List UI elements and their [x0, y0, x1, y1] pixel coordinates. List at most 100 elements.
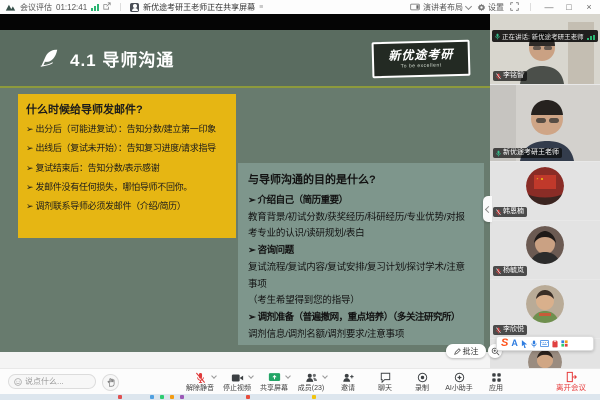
ime-language-icon[interactable]: A	[511, 339, 518, 348]
purpose-head: ➢ 调剂准备（普遍撒网，重点培养）（多关注研究所）	[248, 309, 474, 327]
participant-avatar-tile[interactable]: 韩恩楠	[490, 162, 600, 220]
taskbar-app-icon[interactable]	[160, 395, 164, 399]
taskbar-app-icon[interactable]	[312, 395, 316, 399]
participant-name-badge: 李欣悦	[493, 325, 527, 335]
taskbar-app-icon[interactable]	[246, 395, 250, 399]
shared-screen-area: 4.1 导师沟通 新优途考研 To be excellent 什么时候给导师发邮…	[0, 14, 490, 368]
bullet-item: ➢ 出分后（可能进复试）：告知分数/建立第一印象	[26, 120, 228, 139]
purpose-head: ➢ 咨询问题	[248, 242, 474, 260]
minimize-button[interactable]: —	[542, 0, 556, 14]
ime-clipboard-icon[interactable]	[552, 340, 558, 348]
purpose-body: 复试流程/复试内容/复试安排/复习计划/探讨学术/注意事项	[248, 260, 474, 292]
unmute-button[interactable]: 解除静音	[185, 371, 215, 393]
avatar	[526, 285, 564, 323]
invite-icon	[342, 371, 354, 384]
os-taskbar-sliver	[0, 394, 600, 400]
apps-button[interactable]: 应用	[481, 371, 511, 393]
participants-sidebar: 李铭智 正在讲话: 新优途考研王老师 新优途考研王老师 韩恩楠	[490, 14, 600, 368]
purpose-head: ➢ 介绍自己（简历重要）	[248, 192, 474, 210]
ime-cursor-icon[interactable]	[521, 340, 528, 348]
participant-name-badge: 李铭智	[493, 71, 527, 81]
sidebar-collapse-handle[interactable]	[483, 196, 492, 222]
chevron-icon[interactable]	[322, 373, 328, 379]
chevron-down-icon	[465, 2, 472, 9]
brand-badge: 新优途考研 To be excellent	[372, 40, 471, 79]
ime-toolbox-icon[interactable]	[561, 340, 568, 347]
taskbar-app-icon[interactable]	[150, 395, 154, 399]
share-link-icon[interactable]	[103, 2, 111, 12]
purpose-note: （考生希望得到您的指导）	[248, 293, 474, 309]
share-options-icon[interactable]: ≡	[259, 4, 263, 11]
mic-muted-icon	[195, 371, 206, 384]
annotate-pen-icon	[454, 348, 461, 355]
fullscreen-button[interactable]	[510, 2, 519, 13]
gear-icon	[477, 3, 486, 12]
mic-muted-icon	[496, 209, 501, 216]
taskbar-app-icon[interactable]	[118, 395, 122, 399]
divider	[120, 3, 121, 11]
taskbar-app-icon[interactable]	[170, 395, 174, 399]
meeting-eval-link[interactable]: 会议评估	[20, 2, 52, 13]
ime-keyboard-icon[interactable]	[540, 340, 549, 347]
mic-icon	[495, 33, 500, 40]
chevron-icon[interactable]	[248, 373, 254, 379]
network-signal-icon	[91, 4, 99, 11]
members-button[interactable]: 成员(23)	[296, 371, 326, 393]
participant-video-tile-speaking[interactable]: 新优途考研王老师	[490, 85, 600, 161]
meeting-duration: 01:12:41	[56, 3, 87, 12]
chat-button[interactable]: 聊天	[370, 371, 400, 393]
sogou-logo[interactable]: S	[501, 338, 508, 349]
chat-icon	[380, 371, 391, 384]
screen-share-status: 新优途考研王老师正在共享屏幕	[143, 2, 255, 13]
close-button[interactable]: ×	[582, 0, 596, 14]
bullet-item: ➢ 发邮件没有任何损失，哪怕导师不回你。	[26, 178, 228, 197]
meeting-titlebar: 会议评估 01:12:41 新优途考研王老师正在共享屏幕 ≡ 演讲者布局 设置 …	[0, 0, 600, 14]
share-screen-button[interactable]: 共享屏幕	[259, 371, 289, 393]
brand-name: 新优途考研	[388, 49, 453, 64]
quick-chat-input[interactable]: 说点什么...	[8, 374, 96, 389]
annotate-button[interactable]: 批注	[446, 344, 486, 358]
mic-muted-icon	[496, 73, 501, 80]
ime-mic-icon[interactable]	[531, 340, 537, 348]
leave-meeting-button[interactable]: 离开会议	[556, 371, 586, 392]
record-icon	[417, 371, 428, 384]
ai-assistant-icon	[454, 371, 465, 384]
ai-assistant-button[interactable]: AI小助手	[444, 371, 474, 393]
presentation-slide: 4.1 导师沟通 新优途考研 To be excellent 什么时候给导师发邮…	[0, 30, 490, 352]
hand-icon	[106, 378, 115, 387]
presenter-avatar-icon	[130, 3, 139, 12]
toolbar-buttons: 解除静音 停止视频 共享屏幕 成员(23) 邀请	[185, 371, 511, 393]
chevron-icon[interactable]	[285, 373, 291, 379]
raise-hand-button[interactable]	[102, 374, 119, 391]
settings-button[interactable]: 设置	[477, 2, 504, 13]
invite-button[interactable]: 邀请	[333, 371, 363, 393]
mic-muted-icon	[496, 268, 501, 275]
participant-avatar-tile[interactable]: 杨毓岚	[490, 221, 600, 279]
participant-video-tile[interactable]: 李铭智	[490, 14, 600, 84]
meeting-toolbar: 说点什么... 解除静音 停止视频 共享屏幕 成员(23)	[0, 368, 600, 395]
bullet-item: ➢ 复试结束后：告知分数/表示感谢	[26, 159, 228, 178]
layout-icon	[410, 3, 420, 11]
tencent-meeting-logo-icon	[5, 3, 16, 12]
communication-purpose-box: 与导师沟通的目的是什么? ➢ 介绍自己（简历重要） 教育背景/初试分数/获奖经历…	[238, 163, 484, 345]
record-button[interactable]: 录制	[407, 371, 437, 393]
mic-icon	[496, 150, 501, 157]
members-icon	[305, 371, 318, 384]
stop-video-button[interactable]: 停止视频	[222, 371, 252, 393]
maximize-button[interactable]: □	[562, 0, 576, 14]
layout-switcher-button[interactable]: 演讲者布局	[410, 2, 471, 13]
mic-muted-icon	[496, 327, 501, 334]
bullet-item: ➢ 出线后（复试未开始）：告知复习进度/请求指导	[26, 139, 228, 158]
letterbox-bar	[0, 14, 490, 30]
taskbar-app-icon[interactable]	[180, 395, 184, 399]
apps-icon	[491, 371, 502, 384]
left-box-title: 什么时候给导师发邮件?	[26, 101, 228, 117]
participant-avatar-tile[interactable]: 李欣悦	[490, 280, 600, 338]
network-signal-icon	[587, 33, 595, 40]
emoji-icon	[14, 378, 22, 386]
sogou-ime-toolbar[interactable]: S A	[496, 336, 594, 351]
divider	[530, 3, 531, 11]
email-timing-box: 什么时候给导师发邮件? ➢ 出分后（可能进复试）：告知分数/建立第一印象 ➢ 出…	[18, 94, 236, 238]
bullet-item: ➢ 调剂联系导师必须发邮件（介绍/简历）	[26, 197, 228, 216]
chevron-icon[interactable]	[211, 373, 217, 379]
